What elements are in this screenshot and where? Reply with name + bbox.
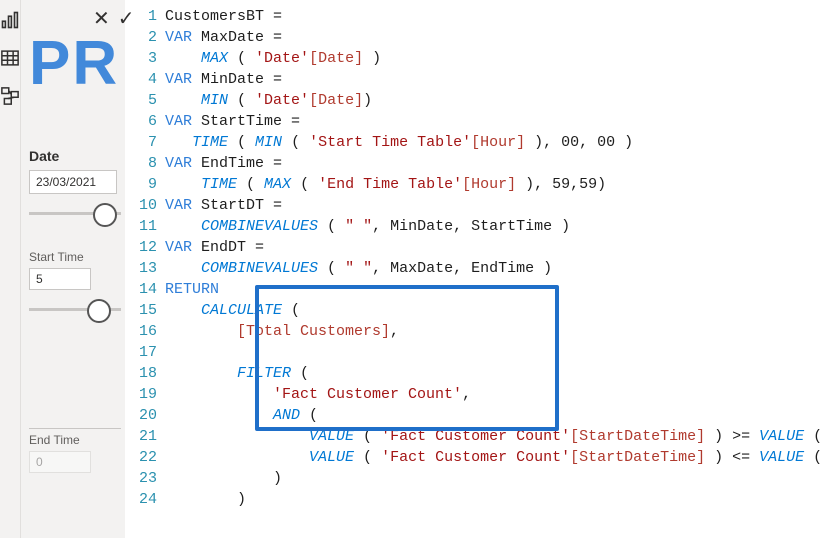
line-number-gutter: 123456789101112131415161718192021222324	[125, 6, 165, 538]
date-slider[interactable]	[29, 200, 121, 228]
formula-bar: ✕ ✓ 123456789101112131415161718192021222…	[125, 0, 824, 538]
dax-editor[interactable]: 123456789101112131415161718192021222324 …	[125, 0, 824, 538]
date-label: Date	[29, 148, 121, 164]
filters-panel: PR Date 23/03/2021 Start Time 5 End Time…	[21, 0, 125, 538]
end-time-input[interactable]: 0	[29, 451, 91, 473]
view-rail	[0, 0, 21, 538]
start-time-label: Start Time	[29, 250, 121, 264]
model-view-icon[interactable]	[0, 86, 20, 106]
date-input[interactable]: 23/03/2021	[29, 170, 117, 194]
code-area[interactable]: CustomersBT =VAR MaxDate = MAX ( 'Date'[…	[165, 6, 824, 538]
end-time-label: End Time	[29, 428, 121, 447]
cancel-formula-button[interactable]: ✕	[93, 6, 110, 31]
background-watermark: PR	[29, 28, 119, 99]
commit-formula-button[interactable]: ✓	[118, 6, 135, 31]
start-time-input[interactable]: 5	[29, 268, 91, 290]
data-view-icon[interactable]	[0, 48, 20, 68]
start-time-slider[interactable]	[29, 296, 121, 324]
report-view-icon[interactable]	[0, 10, 20, 30]
